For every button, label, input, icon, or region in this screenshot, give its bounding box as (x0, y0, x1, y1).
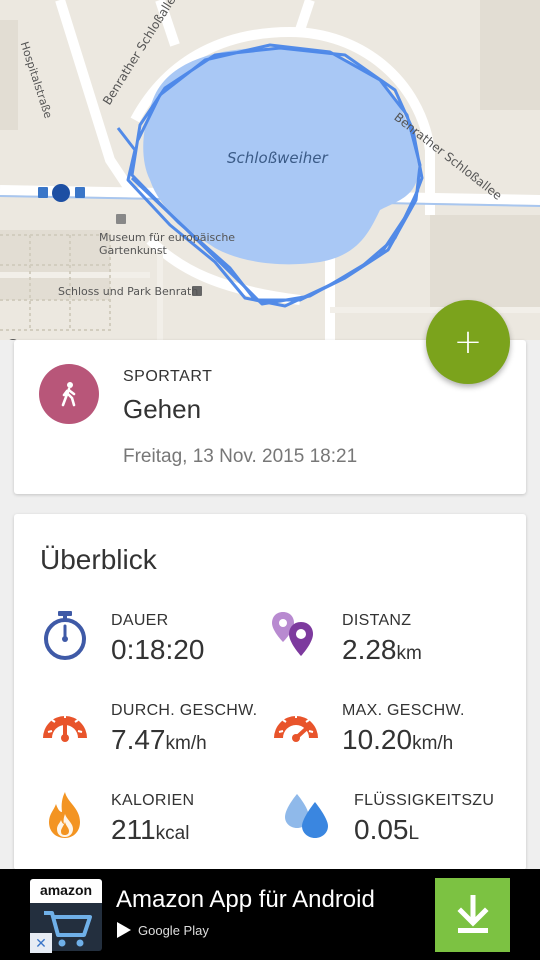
ad-banner[interactable]: amazon ✕ Amazon App für Android Google P… (0, 869, 540, 960)
amazon-logo-text: amazon (30, 879, 102, 903)
flame-icon (49, 792, 80, 838)
castle-label: Schloss und Park Benrath (58, 285, 199, 298)
ad-store-label: Google Play (138, 922, 209, 938)
speedometer-icon (43, 714, 87, 742)
route-map[interactable]: Schloßweiher Benrather Schloßallee Benra… (0, 0, 540, 340)
stat-distance-value: 2.28km (342, 634, 422, 665)
stat-distance: DISTANZ 2.28km (271, 610, 511, 680)
ad-close-icon[interactable]: ✕ (30, 933, 52, 953)
stat-max-speed-unit: km/h (412, 733, 454, 754)
stat-fluid-label: FLÜSSIGKEITSZU (354, 792, 495, 809)
overview-title: Überblick (40, 544, 157, 575)
ad-title: Amazon App für Android (116, 886, 375, 913)
stat-fluid: FLÜSSIGKEITSZU 0.05L (283, 790, 523, 860)
plus-icon: + (453, 322, 483, 362)
stat-max-speed-value: 10.20km/h (342, 724, 454, 755)
walking-person-icon (39, 364, 99, 424)
stat-duration-label: DAUER (111, 612, 169, 629)
download-button[interactable] (435, 878, 510, 952)
stat-avg-speed-label: DURCH. GESCHW. (111, 702, 258, 719)
museum-label: Museum für europäische Gartenkunst (99, 231, 235, 257)
stopwatch-icon (44, 611, 86, 660)
workout-date: Freitag, 13 Nov. 2015 18:21 (123, 446, 358, 467)
lake-label: Schloßweiher (227, 149, 328, 167)
stat-distance-unit: km (396, 643, 422, 664)
museum-label-line2: Gartenkunst (99, 244, 167, 257)
sport-type-value: Gehen (123, 394, 202, 424)
overview-card: Überblick DAUER 0:18:20 DISTANZ 2.28km D… (14, 514, 526, 870)
stat-duration-value: 0:18:20 (111, 634, 205, 665)
stat-avg-speed-unit: km/h (165, 733, 207, 754)
stat-calories: KALORIEN 211kcal (40, 790, 280, 860)
stat-calories-value: 211kcal (111, 814, 190, 845)
stat-max-speed: MAX. GESCHW. 10.20km/h (271, 700, 511, 770)
stat-calories-label: KALORIEN (111, 792, 195, 809)
stat-fluid-value: 0.05L (354, 814, 420, 845)
stat-fluid-unit: L (408, 823, 420, 844)
download-icon (456, 895, 489, 933)
play-store-icon (117, 922, 131, 938)
speedometer-max-icon (274, 714, 318, 742)
water-drops-icon (285, 794, 328, 838)
location-pins-icon (272, 612, 313, 656)
stat-distance-label: DISTANZ (342, 612, 412, 629)
museum-label-line1: Museum für europäische (99, 231, 236, 244)
ad-store-badge: Google Play (116, 921, 209, 939)
stat-duration: DAUER 0:18:20 (40, 610, 280, 680)
stat-calories-unit: kcal (155, 823, 190, 844)
sport-type-caption: SPORTART (123, 368, 213, 385)
stat-max-speed-label: MAX. GESCHW. (342, 702, 465, 719)
stat-avg-speed: DURCH. GESCHW. 7.47km/h (40, 700, 280, 770)
add-button[interactable]: + (426, 300, 510, 384)
stat-avg-speed-value: 7.47km/h (111, 724, 207, 755)
